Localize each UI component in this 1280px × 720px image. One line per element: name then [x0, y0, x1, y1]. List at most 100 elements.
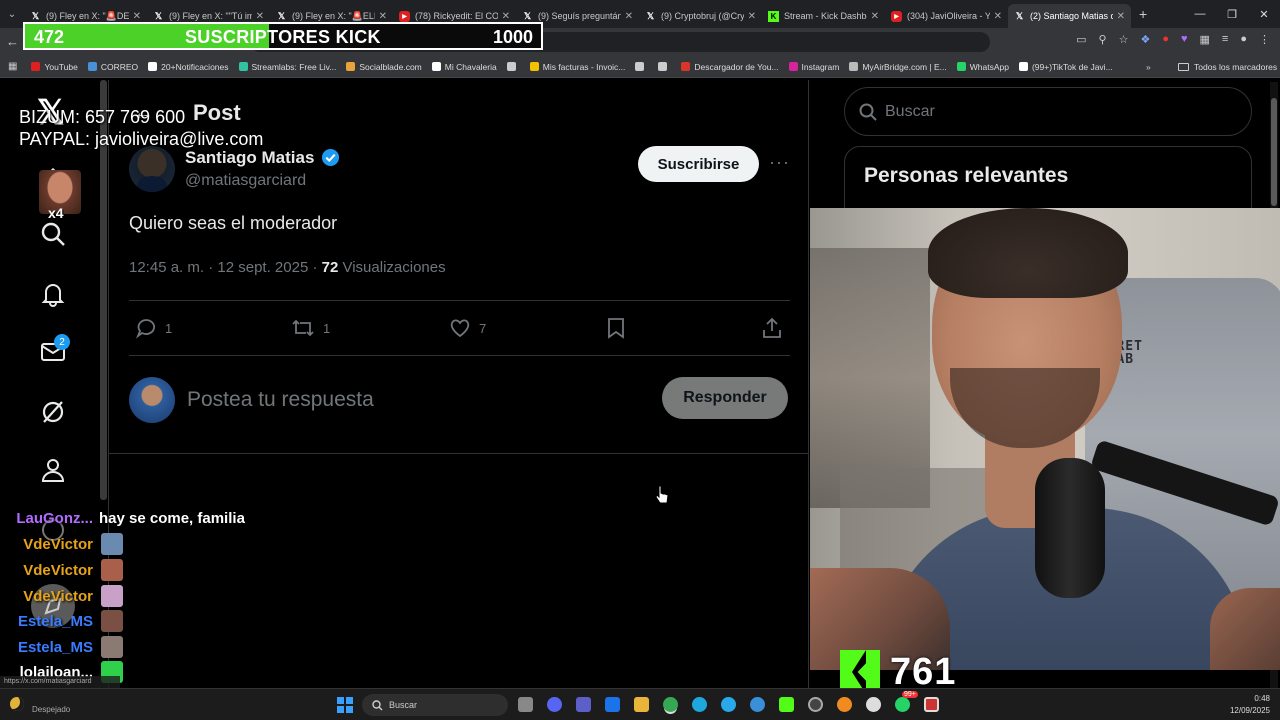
bookmark-item[interactable]: Mi Chavaleria [431, 62, 497, 72]
donation-bizum: BIZUM: 657 769 600 [19, 107, 186, 127]
bookmark-item[interactable]: (99+)TikTok de Javi... [1018, 61, 1113, 72]
extension-icon[interactable]: ❖ [1140, 33, 1150, 46]
share-icon [763, 317, 781, 338]
chat-username: VdeVictor [23, 587, 93, 605]
maximize-icon[interactable]: ❐ [1216, 0, 1248, 28]
bookmark-item[interactable]: YouTube [31, 62, 78, 72]
obs-icon[interactable] [808, 697, 823, 712]
kick-app-icon[interactable] [779, 697, 794, 712]
profile-avatar-icon[interactable]: ● [1240, 33, 1247, 46]
close-tab-icon[interactable]: ✕ [379, 11, 387, 22]
extension-heart-icon[interactable]: ♥ [1181, 33, 1188, 46]
window-controls: — ❐ ✕ [1184, 0, 1280, 28]
browser-tab[interactable]: 𝕏 (2) Santiago Matias o ✕ [1008, 4, 1131, 28]
repost-action[interactable]: 1 [291, 316, 330, 340]
bookmark-item[interactable] [635, 62, 648, 71]
outlook-icon[interactable] [605, 697, 620, 712]
tab-search-icon[interactable]: ⌄ [0, 4, 24, 24]
cast-icon[interactable]: ▭ [1076, 33, 1086, 46]
bookmark-item[interactable]: Socialblade.com [346, 61, 422, 72]
close-window-icon[interactable]: ✕ [1248, 0, 1280, 28]
bookmark-item[interactable]: Streamlabs: Free Liv... [238, 62, 336, 72]
bookmark-favicon-icon [658, 62, 668, 71]
bookmark-label: MyAirBridge.com | E... [862, 61, 947, 72]
share-action[interactable] [761, 316, 791, 340]
back-icon[interactable]: ← [6, 34, 19, 49]
new-tab-button[interactable]: + [1139, 6, 1147, 22]
bookmark-item[interactable]: 20+Notificaciones [148, 62, 229, 72]
taskbar-search[interactable]: Buscar [362, 694, 508, 716]
task-view-icon[interactable] [518, 697, 533, 712]
bookmark-label: (99+)TikTok de Javi... [1031, 61, 1113, 72]
bookmark-item[interactable] [658, 62, 671, 71]
scrollbar-thumb[interactable] [1271, 98, 1277, 206]
tweet-timestamp[interactable]: 12:45 a. m. · 12 sept. 2025 · [129, 259, 322, 276]
donation-paypal: PAYPAL: javioliveira@live.com [19, 129, 264, 149]
relevant-people-title: Personas relevantes [864, 164, 1069, 187]
teams-icon[interactable] [576, 697, 591, 712]
post-detail-column: ← Post Santiago Matias @matiasgarciard S… [108, 80, 809, 700]
bookmark-item[interactable]: WhatsApp [956, 62, 1009, 72]
globe-app-icon[interactable] [750, 697, 765, 712]
browser-tab[interactable]: ▶ (304) JaviOliveira - Yo ✕ [885, 4, 1008, 28]
app-circle-icon[interactable] [866, 697, 881, 712]
close-tab-icon[interactable]: ✕ [871, 11, 879, 22]
author-avatar[interactable] [129, 146, 175, 192]
bookmark-item[interactable]: Mis facturas - Invoic... [529, 62, 625, 72]
bookmark-star-icon[interactable]: ☆ [1119, 33, 1129, 46]
subscriber-goal-bar: 472 SUSCRIPTORES KICK 1000 [23, 22, 543, 50]
subscribe-button[interactable]: Suscribirse [638, 146, 759, 182]
bookmark-item[interactable]: Instagram [788, 62, 839, 72]
close-tab-icon[interactable]: ✕ [748, 11, 756, 22]
reply-submit-button[interactable]: Responder [662, 377, 788, 419]
edge-icon[interactable] [692, 697, 707, 712]
telegram-icon[interactable] [721, 697, 736, 712]
start-button[interactable] [337, 697, 353, 713]
notifications-bell-icon[interactable] [37, 278, 69, 310]
app-orange-icon[interactable] [837, 697, 852, 712]
close-tab-icon[interactable]: ✕ [625, 11, 633, 22]
bookmark-item[interactable]: MyAirBridge.com | E... [849, 61, 947, 72]
clock[interactable]: 0:48 12/09/2025 [1222, 693, 1270, 717]
apps-grid-icon[interactable]: ▦ [8, 61, 17, 72]
minimize-icon[interactable]: — [1184, 0, 1216, 28]
all-bookmarks-folder[interactable]: Todos los marcadores [1178, 62, 1277, 72]
extension-red-icon[interactable]: ● [1162, 33, 1169, 46]
clock-date: 12/09/2025 [1229, 706, 1270, 715]
like-action[interactable]: 7 [449, 316, 486, 340]
weather-moon-icon[interactable] [10, 697, 24, 711]
browser-tab[interactable]: K Stream - Kick Dashbo ✕ [762, 4, 885, 28]
weather-label[interactable]: Despejado [32, 705, 70, 714]
close-tab-icon[interactable]: ✕ [133, 11, 141, 22]
close-tab-icon[interactable]: ✕ [1117, 11, 1125, 22]
x-search-field[interactable]: Buscar [844, 87, 1252, 136]
reply-input[interactable] [187, 385, 627, 415]
more-options-icon[interactable]: ··· [769, 152, 790, 173]
grok-icon[interactable] [37, 396, 69, 428]
bookmark-label: Socialblade.com [359, 61, 422, 72]
author-name[interactable]: Santiago Matias [185, 148, 314, 168]
reply-action[interactable]: 1 [135, 316, 172, 340]
file-explorer-icon[interactable] [634, 697, 649, 712]
whatsapp-icon[interactable] [895, 697, 910, 712]
bookmarks-more-icon[interactable]: » [1146, 62, 1151, 72]
bookmark-item[interactable]: Descargador de You... [681, 62, 779, 72]
browser-tab[interactable]: 𝕏 (9) Cryptobruj (@Cry ✕ [639, 4, 762, 28]
puzzle-icon[interactable]: ▦ [1200, 33, 1210, 46]
close-tab-icon[interactable]: ✕ [502, 11, 510, 22]
bookmark-action[interactable] [606, 316, 634, 340]
zoom-icon[interactable]: ⚲ [1099, 33, 1107, 46]
discord-icon[interactable] [547, 697, 562, 712]
chrome-menu-icon[interactable]: ⋮ [1259, 33, 1270, 46]
capture-app-icon[interactable] [924, 697, 939, 712]
explore-search-icon[interactable] [37, 218, 69, 250]
close-tab-icon[interactable]: ✕ [994, 11, 1002, 22]
reading-list-icon[interactable]: ≡ [1222, 33, 1228, 46]
author-handle[interactable]: @matiasgarciard [185, 172, 306, 190]
bookmark-item[interactable]: CORREO [87, 62, 138, 72]
bookmark-item[interactable] [506, 62, 520, 71]
own-avatar[interactable] [129, 377, 175, 423]
chrome-icon[interactable] [663, 697, 678, 712]
close-tab-icon[interactable]: ✕ [256, 11, 264, 22]
profile-person-icon[interactable] [37, 454, 69, 486]
